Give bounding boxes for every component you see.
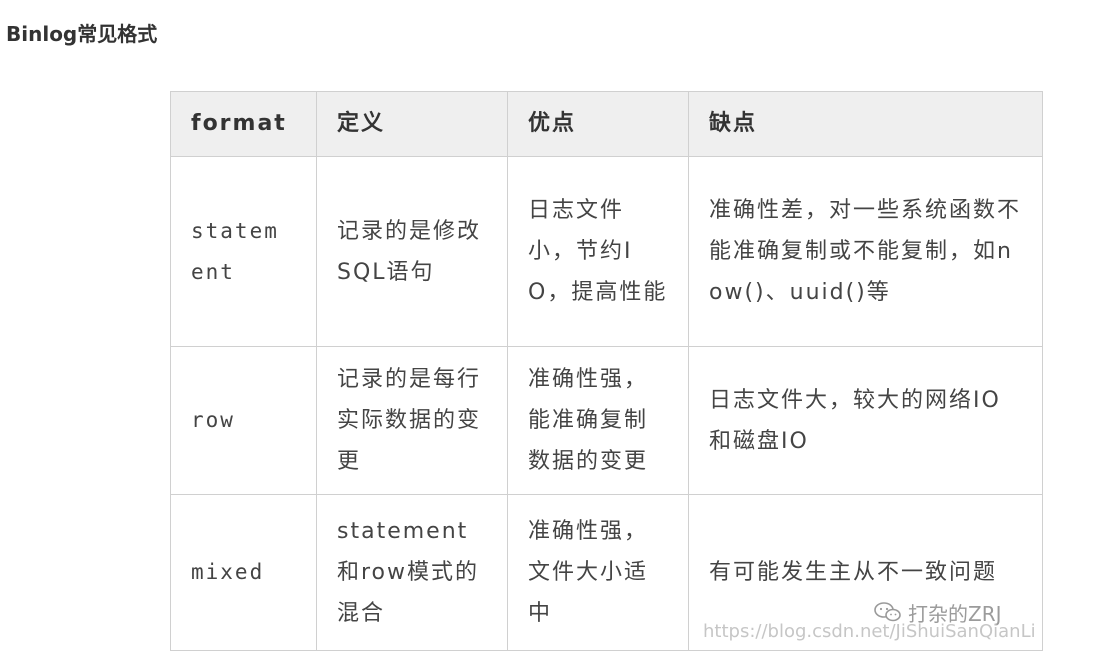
header-definition: 定义 xyxy=(316,91,508,157)
header-cons: 缺点 xyxy=(688,91,1043,157)
cell-pros: 准确性强，能准确复制数据的变更 xyxy=(507,346,689,495)
cell-definition: statement和row模式的混合 xyxy=(316,494,508,651)
cell-format: row xyxy=(170,346,317,495)
cell-format: mixed xyxy=(170,494,317,651)
cell-pros: 日志文件小，节约IO，提高性能 xyxy=(507,156,689,347)
table-header-row: format 定义 优点 缺点 xyxy=(170,91,1043,157)
cell-definition: 记录的是修改SQL语句 xyxy=(316,156,508,347)
cell-definition: 记录的是每行实际数据的变更 xyxy=(316,346,508,495)
binlog-format-table: format 定义 优点 缺点 statem ent 记录的是修改SQL语句 日… xyxy=(170,91,1043,651)
watermark-url: https://blog.csdn.net/JiShuiSanQianLi xyxy=(703,621,1036,642)
cell-cons: 日志文件大，较大的网络IO和磁盘IO xyxy=(688,346,1043,495)
cell-pros: 准确性强，文件大小适中 xyxy=(507,494,689,651)
wechat-icon xyxy=(874,602,901,622)
binlog-format-table-container: format 定义 优点 缺点 statem ent 记录的是修改SQL语句 日… xyxy=(170,91,1043,651)
page-title: Binlog常见格式 xyxy=(6,22,158,46)
header-format: format xyxy=(170,91,317,157)
cell-format: statem ent xyxy=(170,156,317,347)
header-pros: 优点 xyxy=(507,91,689,157)
table-row: statem ent 记录的是修改SQL语句 日志文件小，节约IO，提高性能 准… xyxy=(170,156,1043,347)
cell-cons: 准确性差，对一些系统函数不能准确复制或不能复制，如now()、uuid()等 xyxy=(688,156,1043,347)
table-row: row 记录的是每行实际数据的变更 准确性强，能准确复制数据的变更 日志文件大，… xyxy=(170,346,1043,495)
